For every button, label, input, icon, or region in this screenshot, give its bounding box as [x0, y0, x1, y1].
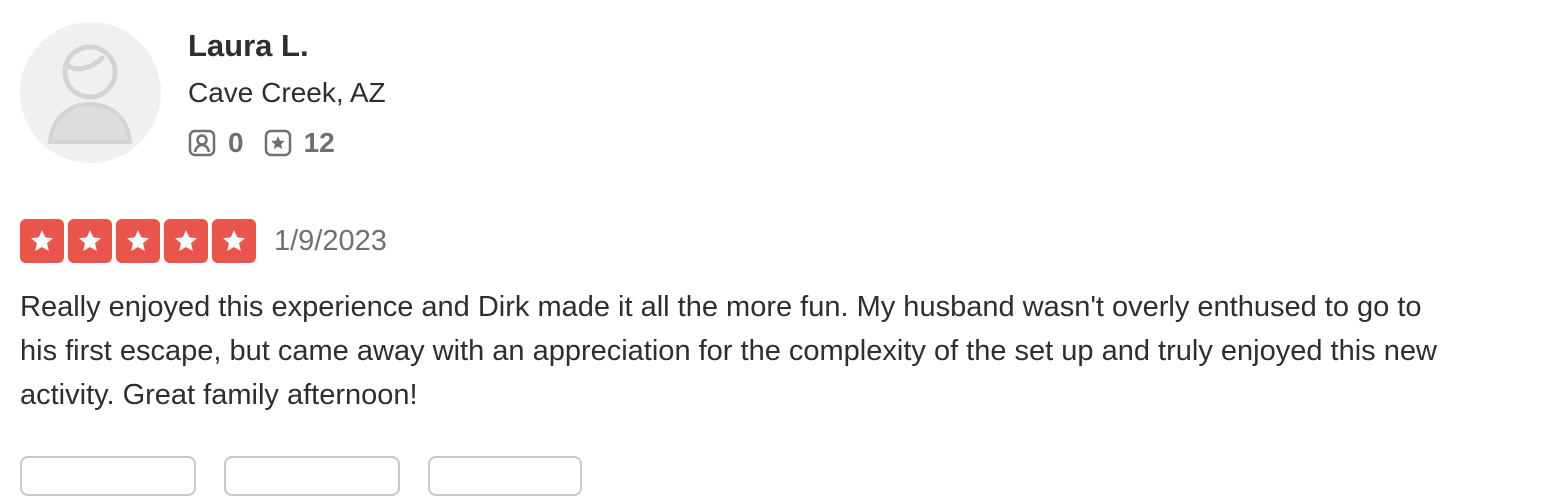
reviews-count: 12	[303, 127, 335, 158]
star-rating	[20, 219, 260, 263]
default-user-avatar-icon	[47, 44, 133, 144]
review-text: Really enjoyed this experience and Dirk …	[20, 291, 1437, 411]
love-this-button[interactable]	[428, 456, 582, 496]
review-card: Laura L. Cave Creek, AZ 0 12 1/9/2023 Re…	[20, 22, 1540, 417]
star-box	[68, 219, 112, 263]
star-box	[164, 219, 208, 263]
review-star-icon	[264, 129, 292, 157]
rating-row: 1/9/2023	[20, 219, 1540, 263]
friends-count: 0	[228, 127, 244, 158]
star-box	[116, 219, 160, 263]
friends-icon	[188, 129, 216, 157]
star-icon	[31, 230, 53, 251]
user-passport: Laura L. Cave Creek, AZ 0 12	[20, 22, 1540, 163]
star-box	[20, 219, 64, 263]
user-stats: 0 12	[188, 127, 386, 159]
star-icon	[175, 230, 197, 251]
star-icon	[223, 230, 245, 251]
friends-stat: 0	[188, 127, 244, 159]
star-box	[212, 219, 256, 263]
review-date: 1/9/2023	[274, 224, 387, 257]
helpful-button[interactable]	[20, 456, 196, 496]
star-icon	[79, 230, 101, 251]
star-icon	[127, 230, 149, 251]
user-name-link[interactable]: Laura L.	[188, 27, 386, 65]
reviews-stat: 12	[264, 127, 335, 159]
avatar[interactable]	[20, 22, 161, 163]
user-info: Laura L. Cave Creek, AZ 0 12	[188, 22, 386, 159]
thanks-button[interactable]	[224, 456, 400, 496]
reaction-buttons	[20, 456, 610, 496]
user-location: Cave Creek, AZ	[188, 77, 386, 108]
